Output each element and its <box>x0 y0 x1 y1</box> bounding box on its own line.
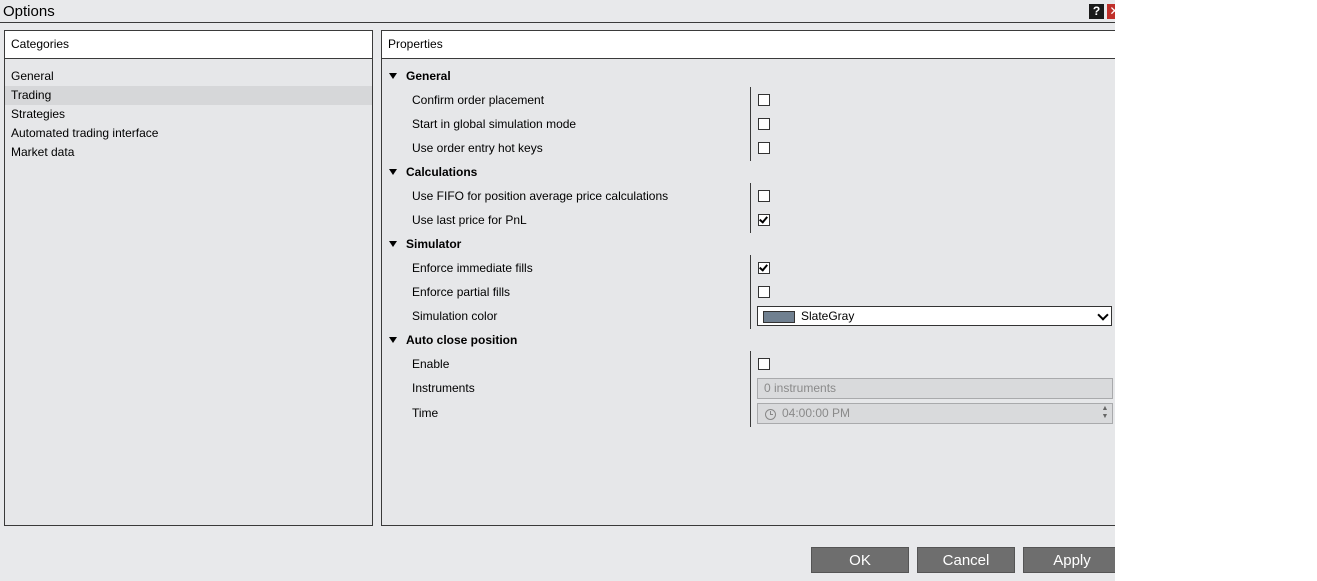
category-general[interactable]: General <box>5 67 372 86</box>
row-time: Time 04:00:00 PM ▲ ▼ <box>382 401 1115 425</box>
chevron-down-icon[interactable] <box>1097 309 1109 321</box>
properties-panel: Properties General Confirm order placeme… <box>381 30 1115 526</box>
check-mark-icon <box>759 262 768 272</box>
time-spinner[interactable]: ▲ ▼ <box>1100 405 1110 422</box>
confirm-order-placement-checkbox[interactable] <box>758 94 770 106</box>
title-bar: Options ? ✕ <box>0 0 1115 23</box>
row-fifo: Use FIFO for position average price calc… <box>382 184 1115 208</box>
order-entry-hot-keys-checkbox[interactable] <box>758 142 770 154</box>
instruments-field[interactable]: 0 instruments <box>757 378 1113 399</box>
category-trading[interactable]: Trading <box>5 86 372 105</box>
time-field[interactable]: 04:00:00 PM ▲ ▼ <box>757 403 1113 424</box>
cancel-button[interactable]: Cancel <box>917 547 1015 573</box>
row-instruments: Instruments 0 instruments <box>382 376 1115 400</box>
collapse-triangle-icon[interactable] <box>389 73 397 79</box>
clock-icon <box>765 409 776 420</box>
collapse-triangle-icon[interactable] <box>389 241 397 247</box>
row-confirm-order-placement: Confirm order placement <box>382 88 1115 112</box>
row-partial-fills: Enforce partial fills <box>382 280 1115 304</box>
category-automated-trading-interface[interactable]: Automated trading interface <box>5 124 372 143</box>
color-swatch <box>763 311 795 323</box>
window-title: Options <box>3 3 55 20</box>
check-mark-icon <box>759 214 768 224</box>
immediate-fills-checkbox[interactable] <box>758 262 770 274</box>
options-window: Options ? ✕ Categories General Trading S… <box>0 0 1115 581</box>
row-start-global-simulation: Start in global simulation mode <box>382 112 1115 136</box>
section-simulator[interactable]: Simulator <box>382 232 1115 256</box>
row-enable: Enable <box>382 352 1115 376</box>
section-auto-close-position[interactable]: Auto close position <box>382 328 1115 352</box>
row-order-entry-hot-keys: Use order entry hot keys <box>382 136 1115 160</box>
row-simulation-color: Simulation color SlateGray <box>382 304 1115 328</box>
row-immediate-fills: Enforce immediate fills <box>382 256 1115 280</box>
enable-checkbox[interactable] <box>758 358 770 370</box>
start-global-simulation-checkbox[interactable] <box>758 118 770 130</box>
simulation-color-select[interactable]: SlateGray <box>757 306 1112 326</box>
partial-fills-checkbox[interactable] <box>758 286 770 298</box>
categories-list: General Trading Strategies Automated tra… <box>5 67 372 162</box>
section-general[interactable]: General <box>382 64 1115 88</box>
category-strategies[interactable]: Strategies <box>5 105 372 124</box>
category-market-data[interactable]: Market data <box>5 143 372 162</box>
row-last-price-pnl: Use last price for PnL <box>382 208 1115 232</box>
categories-header: Categories <box>5 31 372 59</box>
close-icon[interactable]: ✕ <box>1107 4 1115 19</box>
properties-header: Properties <box>382 31 1115 59</box>
categories-panel: Categories General Trading Strategies Au… <box>4 30 373 526</box>
help-icon[interactable]: ? <box>1089 4 1104 19</box>
last-price-pnl-checkbox[interactable] <box>758 214 770 226</box>
collapse-triangle-icon[interactable] <box>389 337 397 343</box>
section-calculations[interactable]: Calculations <box>382 160 1115 184</box>
ok-button[interactable]: OK <box>811 547 909 573</box>
apply-button[interactable]: Apply <box>1023 547 1115 573</box>
fifo-checkbox[interactable] <box>758 190 770 202</box>
collapse-triangle-icon[interactable] <box>389 169 397 175</box>
